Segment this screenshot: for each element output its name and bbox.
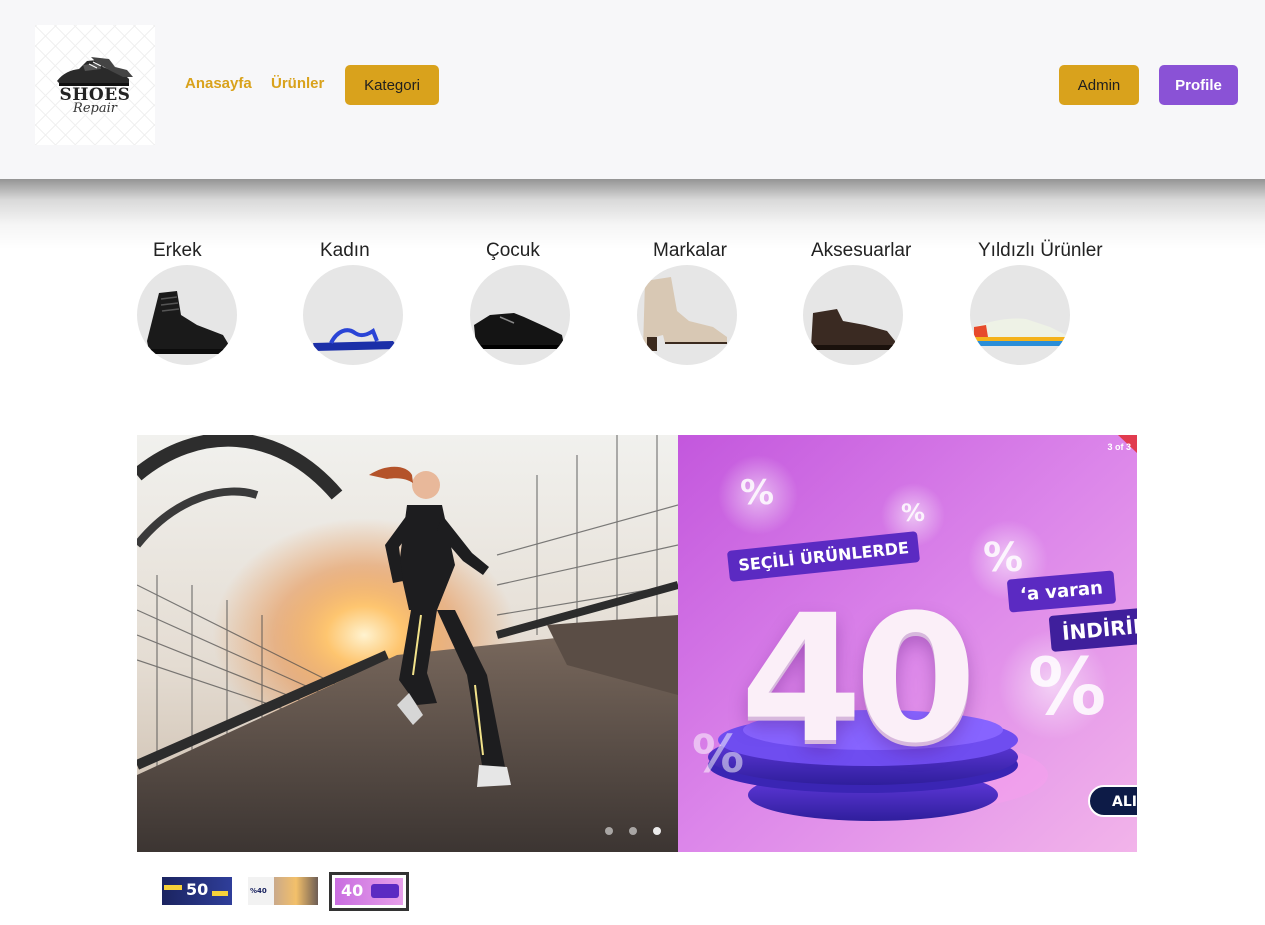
category-image-yildizli[interactable] [970,265,1070,365]
carousel-dot-2[interactable] [629,827,637,835]
carousel-thumbnail-1[interactable]: 50 [162,877,232,905]
percent-icon: % [901,499,926,527]
category-label-kadin[interactable]: Kadın [320,240,370,262]
category-label-aksesuarlar[interactable]: Aksesuarlar [811,240,911,262]
thumbnail-2-photo [274,877,318,905]
slide-runner [137,435,680,852]
carousel-thumbnail-3[interactable]: 40 [329,872,409,911]
carousel-thumbnail-2[interactable]: %40 [248,877,318,905]
promo-shop-button[interactable]: ALI [1088,785,1137,817]
admin-button[interactable]: Admin [1059,65,1139,105]
category-image-kadin[interactable] [303,265,403,365]
sneaker-icon [974,318,1066,346]
carousel-dot-3[interactable] [653,827,661,835]
ankle-boot-icon [643,277,727,351]
category-image-erkek[interactable] [137,265,237,365]
percent-icon: % [740,473,775,513]
chukka-boot-icon [811,309,895,350]
boot-icon [147,291,229,354]
category-label-erkek[interactable]: Erkek [153,240,202,262]
thumbnail-1-strip [164,885,182,890]
header-shadow [0,179,1265,249]
slide-promo: 3 of 3 % % % % % 40 SEÇİLİ ÜRÜNLERDE ‘a … [678,435,1137,852]
category-button[interactable]: Kategori [345,65,439,105]
category-label-cocuk[interactable]: Çocuk [486,240,540,262]
promo-big-number: 40 [740,577,977,782]
slide-counter: 3 of 3 [1107,442,1131,452]
carousel-indicators [605,827,661,835]
category-label-yildizli[interactable]: Yıldızlı Ürünler [978,240,1103,262]
profile-button[interactable]: Profile [1159,65,1238,105]
carousel-dot-1[interactable] [605,827,613,835]
percent-icon: % [692,725,745,785]
hero-carousel[interactable]: 3 of 3 % % % % % 40 SEÇİLİ ÜRÜNLERDE ‘a … [137,435,1137,852]
header: SHOES Repair Anasayfa Ürünler Kategori A… [0,0,1265,179]
thumbnail-1-strip [212,891,228,896]
shoe-logo-icon [57,57,133,86]
dress-shoe-icon [474,313,564,349]
thumbnail-2-text: %40 [250,887,267,895]
category-image-markalar[interactable] [637,265,737,365]
thumbnail-3-text: 40 [341,881,364,900]
nav-products-link[interactable]: Ürünler [271,75,324,92]
thumbnail-3-image: 40 [335,878,403,905]
logo[interactable]: SHOES Repair [35,25,155,145]
sandal-icon [313,327,399,351]
thumbnail-1-text: 50 [186,880,209,899]
category-image-cocuk[interactable] [470,265,570,365]
runner-photo [137,435,680,852]
thumbnail-3-tag [371,884,399,898]
percent-icon: % [983,535,1024,581]
logo-subtitle: Repair [73,101,117,116]
percent-icon: % [1028,643,1107,733]
nav-home-link[interactable]: Anasayfa [185,75,252,92]
category-image-aksesuarlar[interactable] [803,265,903,365]
category-label-markalar[interactable]: Markalar [653,240,727,262]
